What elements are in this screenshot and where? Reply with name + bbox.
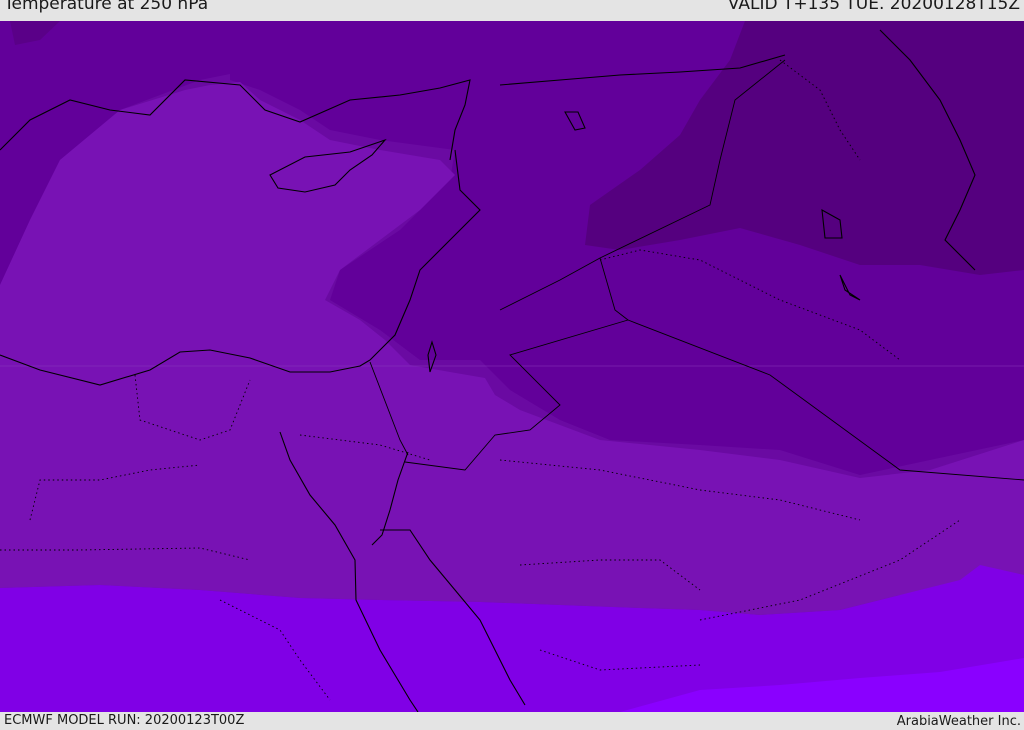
valid-time-label: VALID T+135 TUE. 20200128T15Z — [727, 0, 1020, 14]
model-run-label: ECMWF MODEL RUN: 20200123T00Z — [4, 713, 245, 728]
credit-label: ArabiaWeather Inc. — [896, 714, 1021, 729]
footer-bar: ECMWF MODEL RUN: 20200123T00Z ArabiaWeat… — [0, 712, 1024, 729]
weather-map[interactable] — [0, 21, 1024, 712]
header-bar: Temperature at 250 hPa VALID T+135 TUE. … — [0, 0, 1024, 21]
map-title: Temperature at 250 hPa — [4, 0, 209, 14]
